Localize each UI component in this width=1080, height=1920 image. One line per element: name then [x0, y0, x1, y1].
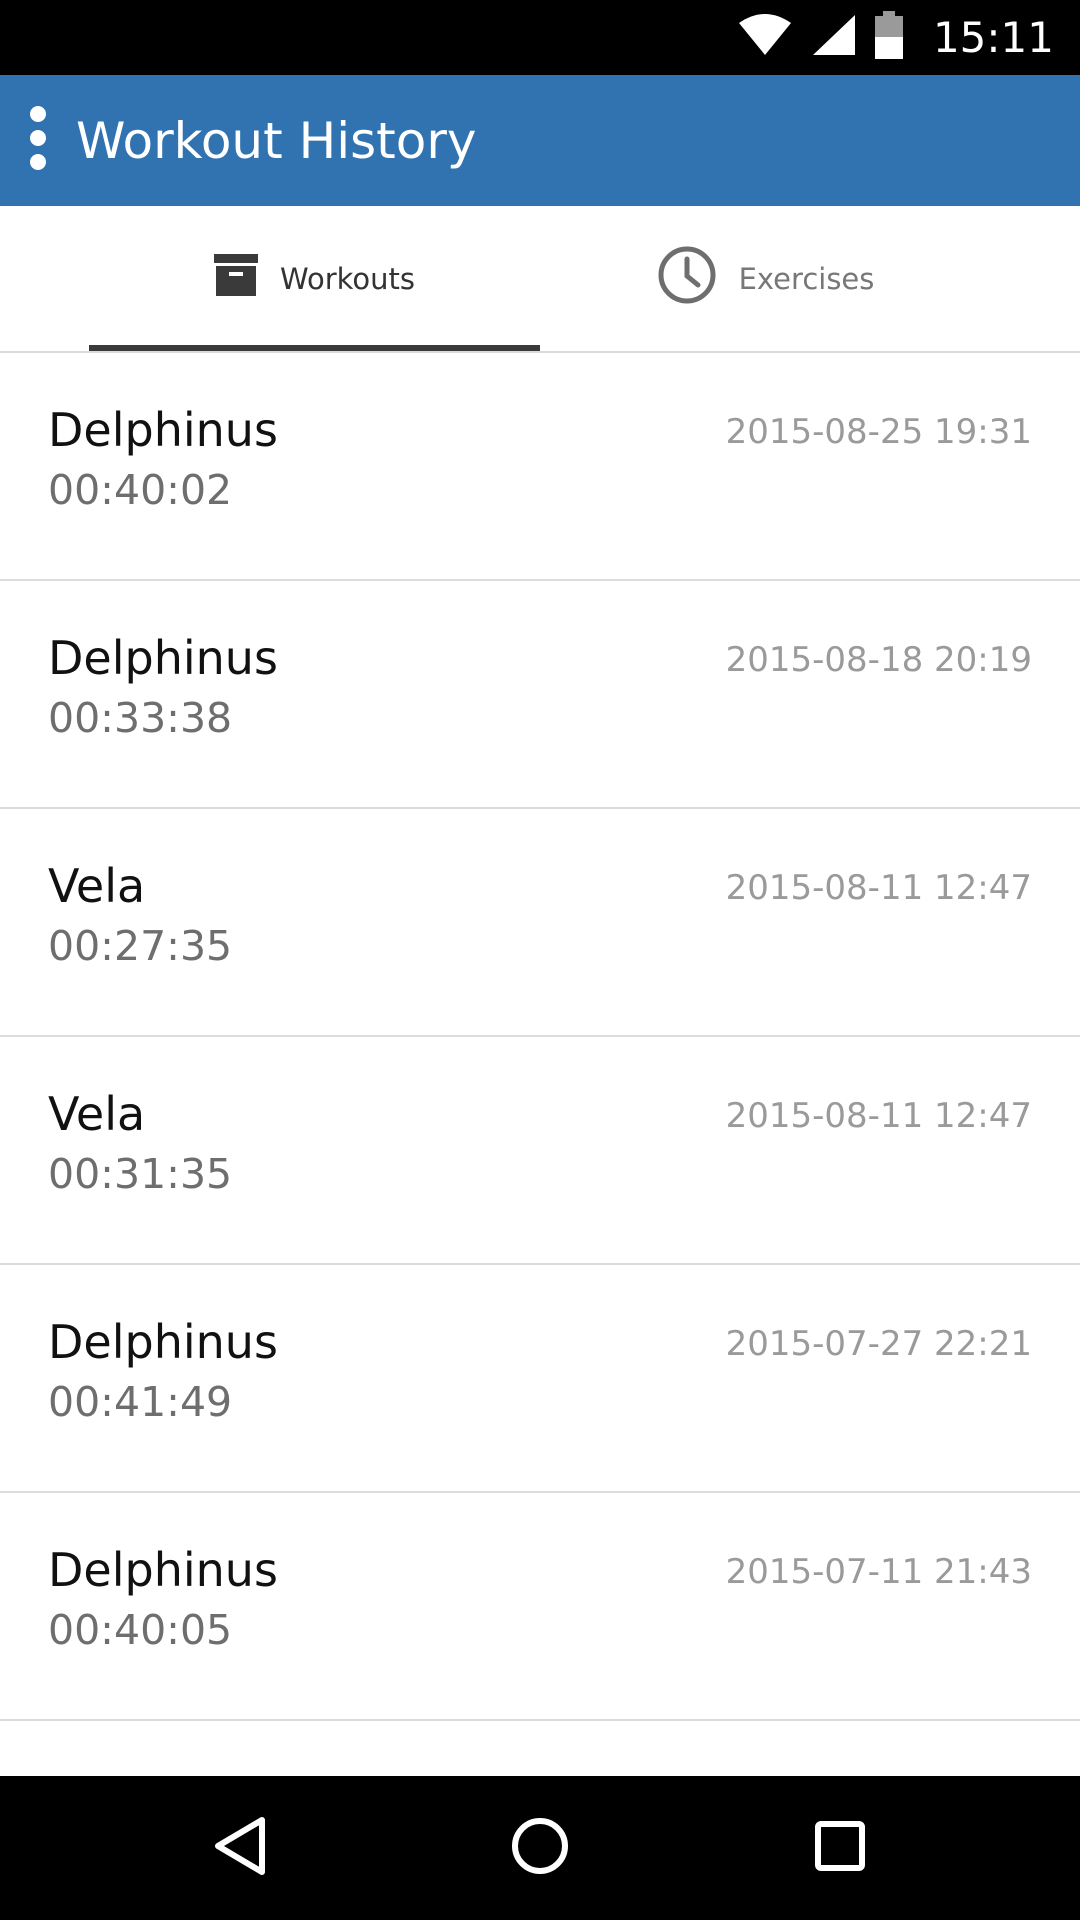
- tab-exercises[interactable]: Exercises: [540, 206, 991, 351]
- wifi-icon: [737, 13, 793, 62]
- back-button[interactable]: [190, 1798, 290, 1898]
- workout-date: 2015-07-27 22:21: [725, 1324, 1032, 1364]
- status-bar: 15:11: [0, 0, 1080, 75]
- workout-duration: 00:31:35: [48, 1150, 233, 1198]
- status-icons: 15:11: [737, 0, 1054, 75]
- workout-name: Vela: [48, 1087, 146, 1141]
- battery-icon: [874, 11, 903, 64]
- workout-name: Delphinus: [48, 631, 278, 685]
- workout-duration: 00:40:02: [48, 466, 233, 514]
- clock-icon: [657, 245, 717, 312]
- home-icon: [510, 1816, 570, 1881]
- list-item[interactable]: Delphinus 00:40:02 2015-08-25 19:31: [0, 353, 1080, 581]
- back-icon: [212, 1816, 268, 1881]
- workout-date: 2015-08-18 20:19: [725, 640, 1032, 680]
- workout-date: 2015-08-11 12:47: [725, 868, 1032, 908]
- list-item[interactable]: Delphinus 00:40:05 2015-07-11 21:43: [0, 1493, 1080, 1721]
- archive-box-icon: [213, 254, 258, 303]
- workout-duration: 00:33:38: [48, 694, 233, 742]
- page-title: Workout History: [76, 111, 477, 170]
- workout-date: 2015-08-25 19:31: [725, 412, 1032, 452]
- workout-name: Vela: [48, 859, 146, 913]
- overflow-menu-button[interactable]: [0, 75, 76, 206]
- workout-duration: 00:27:35: [48, 922, 233, 970]
- more-vert-icon: [28, 106, 48, 175]
- tab-exercises-label: Exercises: [738, 261, 875, 296]
- navigation-bar: [0, 1776, 1080, 1920]
- status-time: 15:11: [932, 13, 1054, 62]
- workout-name: Delphinus: [48, 1315, 278, 1369]
- workout-name: Delphinus: [48, 1543, 278, 1597]
- signal-icon: [811, 13, 857, 62]
- workout-duration: 00:41:49: [48, 1378, 233, 1426]
- tab-workouts-label: Workouts: [279, 261, 415, 296]
- recents-button[interactable]: [790, 1798, 890, 1898]
- list-item[interactable]: Delphinus 00:33:38 2015-08-18 20:19: [0, 581, 1080, 809]
- recents-icon: [814, 1820, 866, 1877]
- list-item[interactable]: Vela 00:31:35 2015-08-11 12:47: [0, 1037, 1080, 1265]
- workout-duration: 00:40:05: [48, 1606, 233, 1654]
- workout-date: 2015-08-11 12:47: [725, 1096, 1032, 1136]
- tab-workouts[interactable]: Workouts: [89, 206, 540, 351]
- app-bar: Workout History: [0, 75, 1080, 206]
- tab-bar: Workouts Exercises: [0, 206, 1080, 353]
- workout-date: 2015-07-11 21:43: [725, 1552, 1032, 1592]
- workout-name: Delphinus: [48, 403, 278, 457]
- list-item[interactable]: Vela 00:27:35 2015-08-11 12:47: [0, 809, 1080, 1037]
- home-button[interactable]: [490, 1798, 590, 1898]
- tab-indicator: [89, 345, 540, 351]
- list-item[interactable]: Delphinus 00:41:49 2015-07-27 22:21: [0, 1265, 1080, 1493]
- workout-list: Delphinus 00:40:02 2015-08-25 19:31 Delp…: [0, 353, 1080, 1721]
